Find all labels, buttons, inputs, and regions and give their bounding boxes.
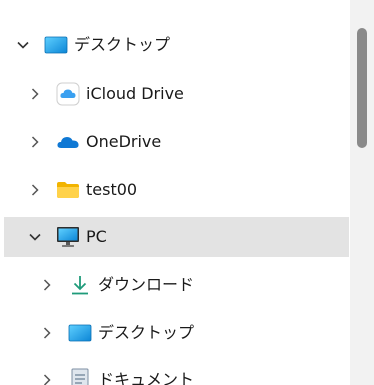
folder-icon [56,178,80,202]
chevron-right-icon[interactable] [38,276,56,294]
navigation-pane: デスクトップ iCloud Drive OneDrive test00 PC ダ… [0,0,350,385]
nav-item-documents[interactable]: ドキュメント [4,360,349,385]
nav-item-pc[interactable]: PC [4,217,349,257]
chevron-right-icon[interactable] [26,181,44,199]
chevron-right-icon[interactable] [38,371,56,385]
download-icon [68,273,92,297]
nav-item-label: デスクトップ [98,323,195,342]
desktop-icon [68,321,92,345]
icloud-icon [56,82,80,106]
chevron-down-icon[interactable] [26,228,44,246]
chevron-right-icon[interactable] [26,133,44,151]
chevron-right-icon[interactable] [26,85,44,103]
desktop-icon [44,33,68,57]
documents-icon [68,368,92,385]
chevron-right-icon[interactable] [38,324,56,342]
nav-item-label: ダウンロード [98,275,195,294]
nav-item-label: PC [86,227,107,246]
nav-item-test00[interactable]: test00 [4,170,349,210]
pc-icon [56,225,80,249]
nav-item-icloud-drive[interactable]: iCloud Drive [4,74,349,114]
scrollbar-thumb[interactable] [357,28,367,148]
nav-item-label: ドキュメント [98,370,195,385]
nav-item-label: デスクトップ [74,35,171,54]
nav-item-label: OneDrive [86,132,162,151]
nav-item-label: test00 [86,180,138,199]
onedrive-icon [56,130,80,154]
nav-item-label: iCloud Drive [86,84,184,103]
chevron-down-icon[interactable] [14,36,32,54]
nav-item-desktop[interactable]: デスクトップ [4,25,349,65]
nav-item-pc-desktop[interactable]: デスクトップ [4,313,349,353]
nav-item-onedrive[interactable]: OneDrive [4,122,349,162]
nav-item-downloads[interactable]: ダウンロード [4,265,349,305]
